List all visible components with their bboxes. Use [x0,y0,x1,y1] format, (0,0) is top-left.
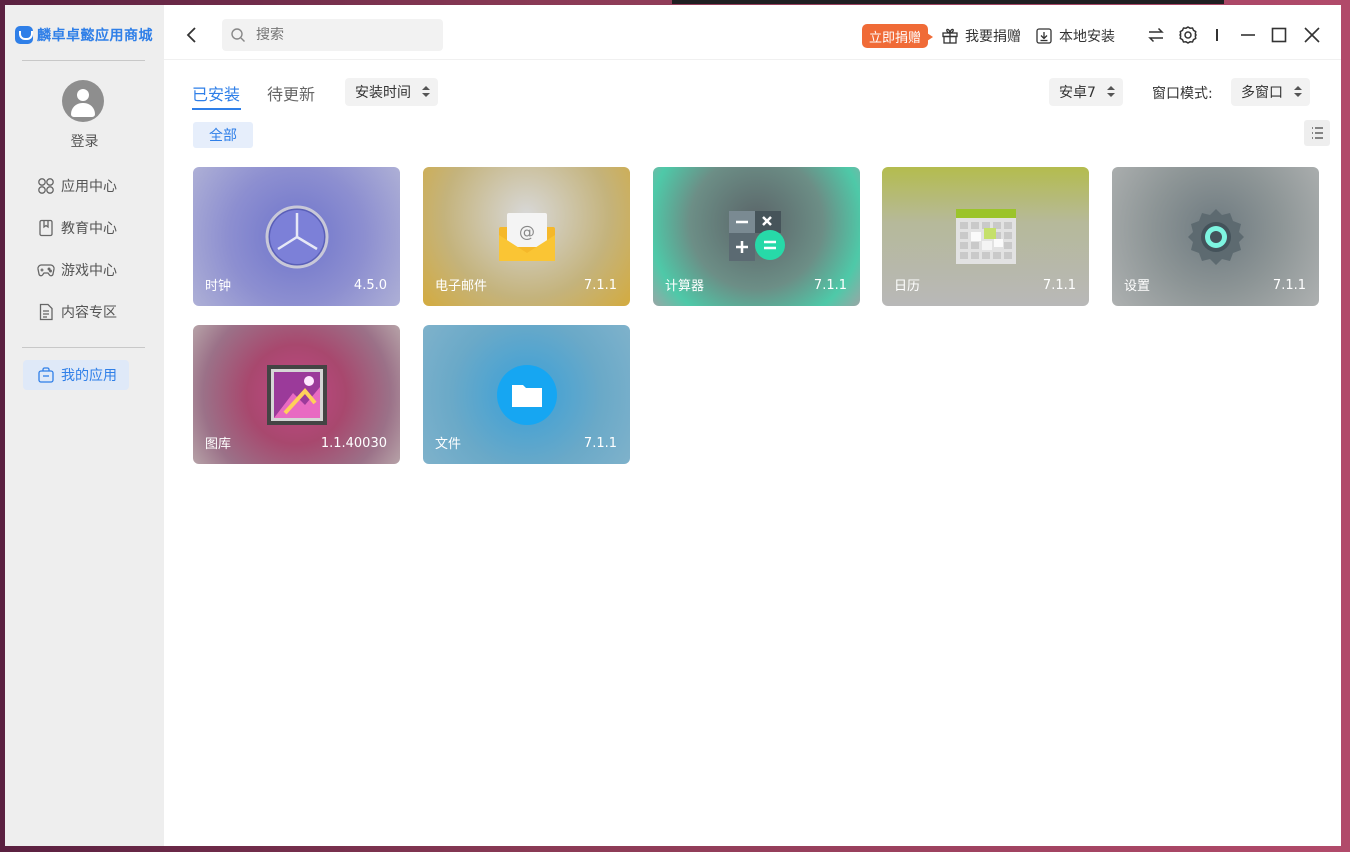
sidebar: 麟卓卓懿应用商城 登录 应用中心 教育中心 游戏中心 内容专区 我的应用 [5,5,164,846]
svg-text:@: @ [519,222,535,241]
switch-icon[interactable] [1146,25,1166,45]
app-card[interactable]: @ 电子邮件 7.1.1 [423,167,630,306]
gift-icon [942,28,958,44]
select-arrows-icon [1107,86,1115,98]
close-icon[interactable] [1302,25,1322,45]
search-box[interactable] [222,19,443,51]
sidebar-divider [22,60,145,61]
sidebar-item-my-apps[interactable]: 我的应用 [23,360,129,390]
minimize-icon[interactable] [1238,25,1258,45]
bag-icon [38,367,54,383]
list-view-icon [1312,127,1323,139]
app-name: 设置 [1124,279,1151,294]
sidebar-item-label: 我的应用 [61,368,117,384]
email-icon: @ [499,213,555,261]
app-version: 1.1.40030 [320,436,387,451]
sidebar-item-education[interactable]: 教育中心 [23,213,129,243]
app-card[interactable]: 时钟 4.5.0 [193,167,400,306]
app-card[interactable]: 日历 7.1.1 [882,167,1089,306]
list-view-button[interactable] [1304,120,1330,146]
gallery-icon [267,365,327,425]
maximize-icon[interactable] [1269,25,1289,45]
app-version: 7.1.1 [583,436,617,451]
clock-icon [265,205,329,269]
app-name: 计算器 [665,279,705,294]
app-card[interactable]: 文件 7.1.1 [423,325,630,464]
gamepad-icon [37,264,55,277]
tab-updates[interactable]: 待更新 [267,81,315,105]
app-version: 7.1.1 [1272,278,1306,293]
android-version-select[interactable]: 安卓7 [1049,78,1123,106]
app-name: 日历 [894,279,921,294]
background-window-strip [672,0,1224,4]
logo-text: 麟卓卓懿应用商城 [37,28,153,44]
donate-now-badge[interactable]: 立即捐赠 [862,24,934,48]
sidebar-divider [22,347,145,348]
book-icon [39,219,53,237]
app-version: 4.5.0 [353,278,387,293]
local-install-label: 本地安装 [1059,29,1115,45]
document-icon [39,303,53,321]
sidebar-item-content[interactable]: 内容专区 [23,297,129,327]
app-window: 麟卓卓懿应用商城 登录 应用中心 教育中心 游戏中心 内容专区 我的应用 搜索 … [5,5,1341,846]
logo-icon [15,26,33,44]
login-link[interactable]: 登录 [5,131,164,151]
donate-button[interactable]: 我要捐赠 [941,25,1021,47]
calendar-icon [956,209,1016,264]
app-version: 7.1.1 [1042,278,1076,293]
settings-icon [1188,209,1244,265]
sidebar-item-label: 游戏中心 [61,263,117,279]
grid-icon [38,178,54,194]
avatar[interactable] [62,80,104,122]
search-input[interactable] [256,27,426,43]
app-name: 时钟 [205,279,232,294]
filter-chip-all[interactable]: 全部 [193,122,253,148]
search-icon [231,28,245,42]
window-mode-value: 多窗口 [1241,85,1283,101]
window-mode-label: 窗口模式: [1152,86,1213,102]
window-mode-select[interactable]: 多窗口 [1231,78,1310,106]
app-version: 7.1.1 [813,278,847,293]
local-install-button[interactable]: 本地安装 [1035,25,1115,47]
sidebar-item-games[interactable]: 游戏中心 [23,255,129,285]
select-arrows-icon [422,86,430,98]
install-icon [1036,28,1052,44]
sort-select[interactable]: 安装时间 [345,78,438,106]
menu-separator [1216,29,1218,41]
app-name: 文件 [435,437,462,452]
app-version: 7.1.1 [583,278,617,293]
app-name: 电子邮件 [435,279,488,294]
tab-installed[interactable]: 已安装 [192,81,240,105]
sidebar-item-label: 内容专区 [61,305,117,321]
sidebar-item-app-center[interactable]: 应用中心 [23,171,129,201]
calculator-icon [729,211,785,261]
tab-underline [192,108,241,110]
app-logo: 麟卓卓懿应用商城 [15,24,153,46]
header-divider [164,59,1341,60]
sort-select-value: 安装时间 [355,85,411,101]
gear-icon[interactable] [1178,25,1198,45]
sidebar-item-label: 教育中心 [61,221,117,237]
android-version-value: 安卓7 [1059,85,1096,101]
sidebar-item-label: 应用中心 [61,179,117,195]
select-arrows-icon [1294,86,1302,98]
donate-label: 我要捐赠 [965,29,1021,45]
app-card[interactable]: 图库 1.1.40030 [193,325,400,464]
app-card[interactable]: 设置 7.1.1 [1112,167,1319,306]
app-name: 图库 [205,437,232,452]
files-icon [497,365,557,425]
app-card[interactable]: 计算器 7.1.1 [653,167,860,306]
back-arrow-icon[interactable] [182,25,202,45]
